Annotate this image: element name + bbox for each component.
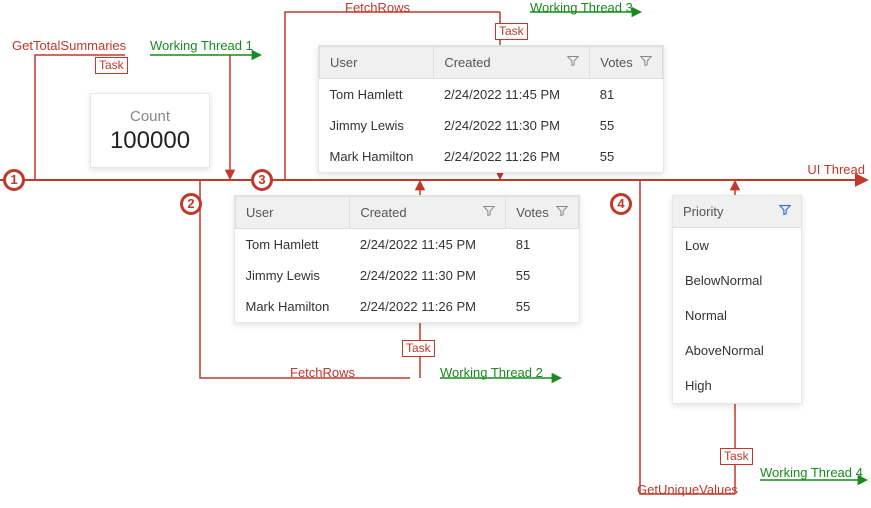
table-row[interactable]: Jimmy Lewis2/24/2022 11:30 PM55 bbox=[320, 110, 663, 141]
op-label-fetchrows-top: FetchRows bbox=[345, 0, 410, 15]
col-header-votes[interactable]: Votes bbox=[590, 47, 663, 79]
priority-item[interactable]: Normal bbox=[673, 298, 801, 333]
task-badge-2: Task bbox=[402, 340, 435, 357]
priority-item[interactable]: High bbox=[673, 368, 801, 403]
priority-item[interactable]: AboveNormal bbox=[673, 333, 801, 368]
thread-label-4: Working Thread 4 bbox=[760, 465, 863, 480]
col-header-user[interactable]: User bbox=[236, 197, 350, 229]
grid-result-top: User Created Votes Tom Hamlett2/24/2022 … bbox=[318, 45, 664, 173]
priority-item[interactable]: Low bbox=[673, 228, 801, 263]
count-card: Count 100000 bbox=[90, 93, 210, 168]
count-label: Count bbox=[91, 108, 209, 125]
col-header-created[interactable]: Created bbox=[350, 197, 506, 229]
table-row[interactable]: Mark Hamilton2/24/2022 11:26 PM55 bbox=[320, 141, 663, 172]
table-row[interactable]: Mark Hamilton2/24/2022 11:26 PM55 bbox=[236, 291, 579, 322]
task-badge-3: Task bbox=[495, 23, 528, 40]
grid-result-mid: User Created Votes Tom Hamlett2/24/2022 … bbox=[234, 195, 580, 323]
marker-2: 2 bbox=[180, 193, 202, 215]
marker-1: 1 bbox=[3, 169, 25, 191]
op-label-gettotalsummaries: GetTotalSummaries bbox=[12, 38, 126, 53]
funnel-icon[interactable] bbox=[567, 55, 579, 67]
count-value: 100000 bbox=[91, 127, 209, 155]
op-label-fetchrows-bottom: FetchRows bbox=[290, 365, 355, 380]
funnel-icon[interactable] bbox=[640, 55, 652, 67]
marker-3: 3 bbox=[251, 169, 273, 191]
task-badge-1: Task bbox=[95, 57, 128, 74]
ui-thread-label: UI Thread bbox=[807, 162, 865, 177]
col-header-user[interactable]: User bbox=[320, 47, 434, 79]
funnel-icon[interactable] bbox=[483, 205, 495, 217]
task-badge-4: Task bbox=[720, 448, 753, 465]
col-header-created[interactable]: Created bbox=[434, 47, 590, 79]
col-header-votes[interactable]: Votes bbox=[506, 197, 579, 229]
table-row[interactable]: Tom Hamlett2/24/2022 11:45 PM81 bbox=[236, 229, 579, 261]
thread-label-3: Working Thread 3 bbox=[530, 0, 633, 15]
marker-4: 4 bbox=[610, 193, 632, 215]
thread-label-1: Working Thread 1 bbox=[150, 38, 253, 53]
priority-header[interactable]: Priority bbox=[673, 196, 801, 228]
thread-label-2: Working Thread 2 bbox=[440, 365, 543, 380]
funnel-icon[interactable] bbox=[556, 205, 568, 217]
priority-filter-popup: Priority Low BelowNormal Normal AboveNor… bbox=[672, 195, 802, 404]
table-row[interactable]: Jimmy Lewis2/24/2022 11:30 PM55 bbox=[236, 260, 579, 291]
funnel-icon[interactable] bbox=[779, 204, 791, 216]
table-row[interactable]: Tom Hamlett2/24/2022 11:45 PM81 bbox=[320, 79, 663, 111]
priority-item[interactable]: BelowNormal bbox=[673, 263, 801, 298]
op-label-getuniquevalues: GetUniqueValues bbox=[637, 482, 738, 497]
